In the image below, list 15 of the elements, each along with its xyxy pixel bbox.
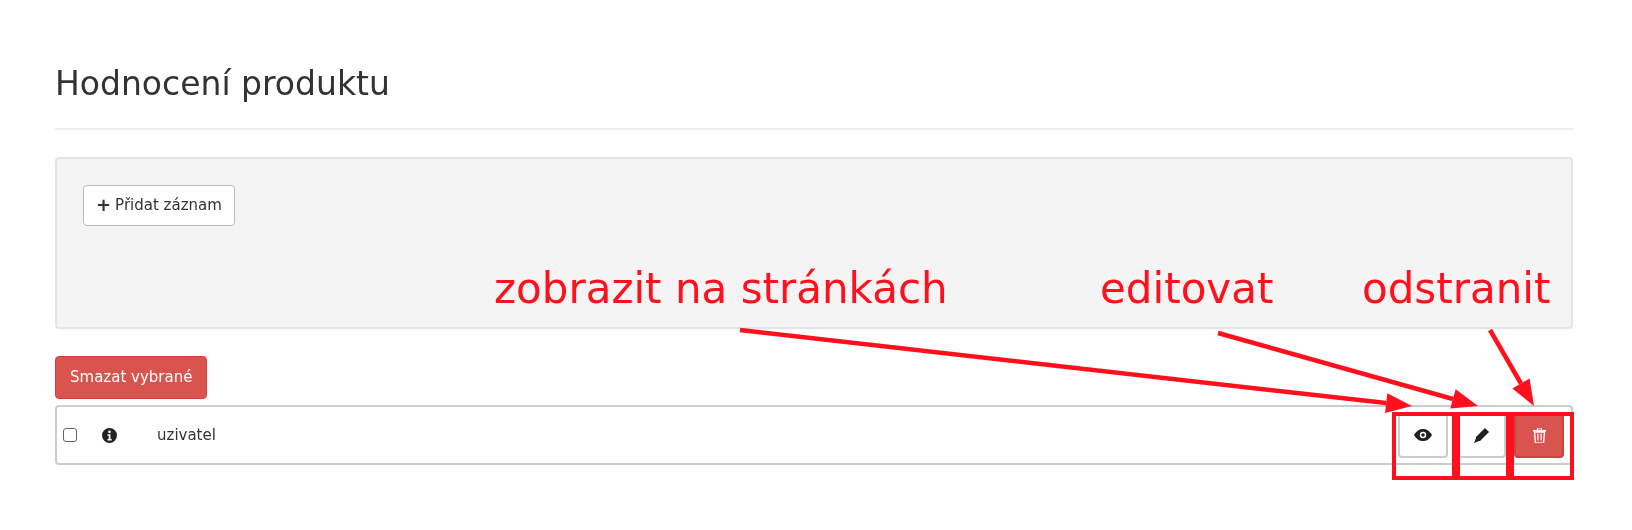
delete-selected-button[interactable]: Smazat vybrané [55, 355, 208, 400]
annotation-label: odstranit [1362, 268, 1551, 310]
highlight-frame [1392, 412, 1456, 480]
highlight-frame [1456, 412, 1510, 480]
row-name: uzivatel [157, 425, 216, 447]
info-icon[interactable] [102, 427, 117, 443]
page-title: Hodnocení produktu [55, 64, 391, 104]
add-record-button[interactable]: + Přidat záznam [83, 184, 235, 227]
annotation-label: zobrazit na stránkách [494, 268, 948, 310]
pencil-icon [1473, 427, 1489, 443]
eye-icon [1414, 429, 1432, 442]
highlight-frame [1510, 412, 1574, 480]
trash-icon [1532, 427, 1546, 443]
annotation-label: editovat [1100, 268, 1274, 310]
row-checkbox[interactable] [63, 428, 77, 443]
